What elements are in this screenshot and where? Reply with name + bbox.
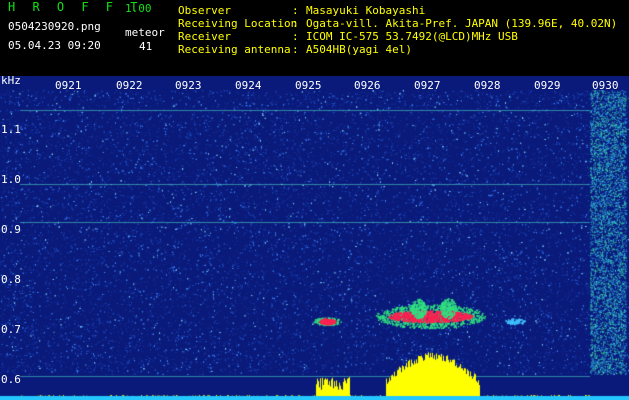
detection-label: meteor [125, 26, 165, 39]
time-tick-label: 0925 [295, 79, 322, 92]
info-value: Masayuki Kobayashi [306, 4, 426, 17]
info-separator: : [292, 30, 299, 43]
time-tick-label: 0921 [55, 79, 82, 92]
info-separator: : [292, 4, 299, 17]
app-version: 1.00 [125, 2, 152, 15]
info-value: A504HB(yagi 4el) [306, 43, 412, 56]
spectrogram-canvas [0, 76, 629, 400]
file-name: 0504230920.png [8, 20, 101, 33]
header-panel: H R O F F T 1.00 0504230920.png meteor 0… [0, 0, 629, 76]
info-key: Receiving antenna [178, 43, 291, 56]
info-separator: : [292, 43, 299, 56]
app-title: H R O F F T [8, 0, 143, 14]
time-tick-label: 0927 [414, 79, 441, 92]
freq-tick-label: 0.6 [1, 373, 21, 386]
info-value: Ogata-vill. Akita-Pref. JAPAN (139.96E, … [306, 17, 618, 30]
info-key: Observer [178, 4, 231, 17]
spectrogram-panel: kHz 1.1 1.0 0.9 0.8 0.7 0.6 0921 0922 09… [0, 74, 629, 400]
freq-tick-label: 1.1 [1, 123, 21, 136]
freq-tick-label: 0.8 [1, 273, 21, 286]
time-tick-label: 0926 [354, 79, 381, 92]
freq-tick-label: 1.0 [1, 173, 21, 186]
info-key: Receiving Location [178, 17, 298, 30]
freq-tick-label: 0.7 [1, 323, 21, 336]
frequency-unit-label: kHz [1, 74, 21, 87]
time-tick-label: 0930 [592, 79, 619, 92]
time-tick-label: 0928 [474, 79, 501, 92]
time-tick-label: 0929 [534, 79, 561, 92]
freq-tick-label: 0.9 [1, 223, 21, 236]
time-tick-label: 0923 [175, 79, 202, 92]
info-key: Receiver [178, 30, 231, 43]
observation-datetime: 05.04.23 09:20 [8, 39, 101, 52]
time-tick-label: 0924 [235, 79, 262, 92]
detection-count: 41 [139, 40, 153, 53]
time-tick-label: 0922 [116, 79, 143, 92]
info-separator: : [292, 17, 299, 30]
info-value: ICOM IC-575 53.7492(@LCD)MHz USB [306, 30, 518, 43]
